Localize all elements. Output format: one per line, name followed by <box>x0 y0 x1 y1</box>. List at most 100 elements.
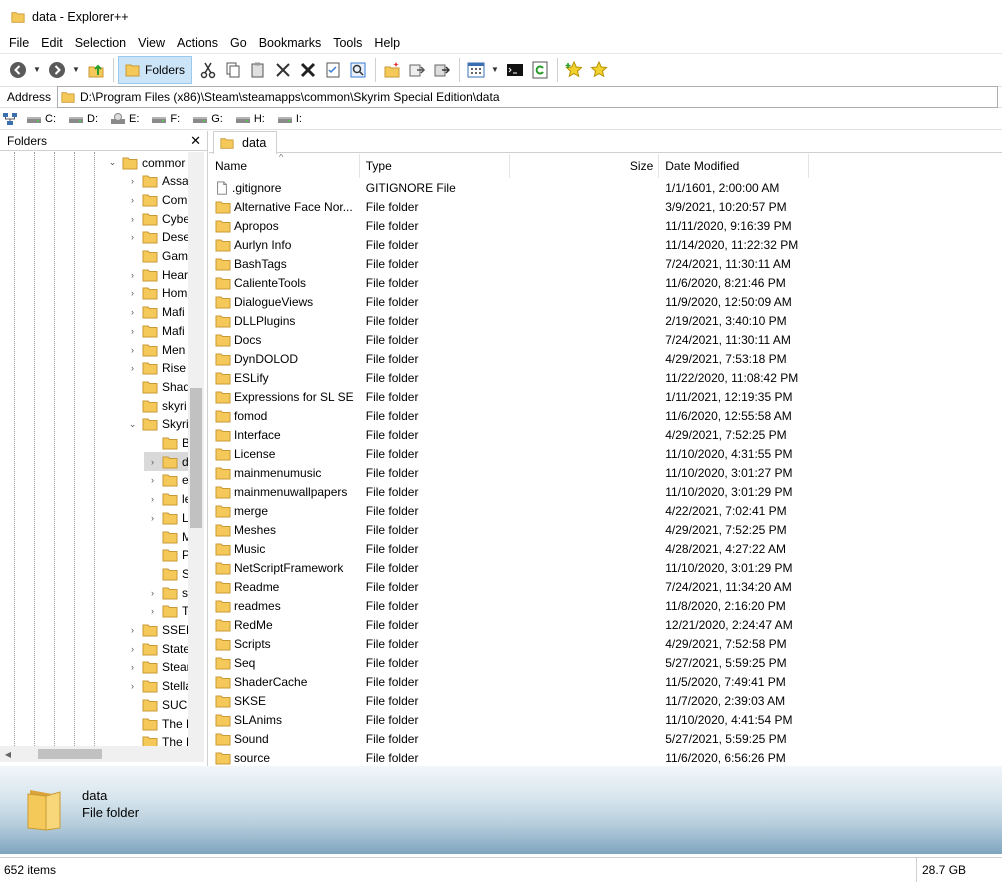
chevron-right-icon[interactable]: › <box>128 345 137 355</box>
table-row[interactable]: fomod File folder 11/6/2020, 12:55:58 AM <box>209 406 809 425</box>
tab-data[interactable]: data <box>213 131 278 154</box>
column-name[interactable]: ^ Name <box>209 154 360 178</box>
table-row[interactable]: Seq File folder 5/27/2021, 5:59:25 PM <box>209 653 809 672</box>
copy-to-button[interactable] <box>405 58 429 82</box>
refresh-button[interactable] <box>528 58 552 82</box>
chevron-right-icon[interactable]: › <box>128 662 137 672</box>
table-row[interactable]: Docs File folder 7/24/2021, 11:30:11 AM <box>209 330 809 349</box>
column-size[interactable]: Size <box>510 154 660 178</box>
table-row[interactable]: RedMe File folder 12/21/2020, 2:24:47 AM <box>209 615 809 634</box>
forward-dropdown[interactable]: ▼ <box>70 58 82 82</box>
table-row[interactable]: .gitignore GITIGNORE File 1/1/1601, 2:00:0… <box>209 178 809 197</box>
move-to-button[interactable] <box>271 58 295 82</box>
table-row[interactable]: Sound File folder 5/27/2021, 5:59:25 PM <box>209 729 809 748</box>
views-button[interactable] <box>464 58 488 82</box>
menu-tools[interactable]: Tools <box>327 33 368 53</box>
chevron-right-icon[interactable]: › <box>128 363 137 373</box>
chevron-right-icon[interactable]: › <box>128 644 137 654</box>
table-row[interactable]: BashTags File folder 7/24/2021, 11:30:11 A… <box>209 254 809 273</box>
chevron-right-icon[interactable]: › <box>148 588 157 598</box>
bookmarks-button[interactable] <box>587 58 611 82</box>
chevron-right-icon[interactable]: › <box>128 176 137 186</box>
table-row[interactable]: Music File folder 4/28/2021, 4:27:22 AM <box>209 539 809 558</box>
column-date-modified[interactable]: Date Modified <box>659 154 809 178</box>
drive-button[interactable]: I: <box>277 113 302 125</box>
table-row[interactable]: Readme File folder 7/24/2021, 11:34:20 AM <box>209 577 809 596</box>
chevron-right-icon[interactable]: › <box>148 606 157 616</box>
drive-button[interactable]: D: <box>69 113 98 125</box>
table-row[interactable]: NetScriptFramework File folder 11/10/2020,… <box>209 558 809 577</box>
table-row[interactable]: Scripts File folder 4/29/2021, 7:52:58 PM <box>209 634 809 653</box>
chevron-right-icon[interactable]: › <box>128 232 137 242</box>
menu-help[interactable]: Help <box>368 33 406 53</box>
table-row[interactable]: ShaderCache File folder 11/5/2020, 7:49:41… <box>209 672 809 691</box>
move-to-folder-button[interactable] <box>430 58 454 82</box>
table-row[interactable]: ESLify File folder 11/22/2020, 11:08:42 PM <box>209 368 809 387</box>
chevron-right-icon[interactable]: › <box>128 270 137 280</box>
table-row[interactable]: Interface File folder 4/29/2021, 7:52:25 P… <box>209 425 809 444</box>
column-type[interactable]: Type <box>360 154 510 178</box>
table-row[interactable]: source File folder 11/6/2020, 6:56:26 PM <box>209 748 809 766</box>
table-row[interactable]: Meshes File folder 4/29/2021, 7:52:25 PM <box>209 520 809 539</box>
table-row[interactable]: mainmenuwallpapers File folder 11/10/2020,… <box>209 482 809 501</box>
tree-vertical-scrollbar[interactable] <box>188 152 204 746</box>
forward-button[interactable] <box>45 58 69 82</box>
table-row[interactable]: DLLPlugins File folder 2/19/2021, 3:40:10 … <box>209 311 809 330</box>
close-icon[interactable]: ✕ <box>190 133 201 149</box>
chevron-right-icon[interactable]: › <box>128 288 137 298</box>
chevron-right-icon[interactable]: › <box>148 494 157 504</box>
scroll-left-icon[interactable]: ◀ <box>0 750 16 759</box>
folder-tree[interactable]: ⌄ commor › Assa › Com › Cybe › Dese Gam › Hear › Hom › M… <box>0 152 204 746</box>
address-input[interactable]: D:\Program Files (x86)\Steam\steamapps\c… <box>57 86 998 108</box>
search-button[interactable] <box>346 58 370 82</box>
menu-actions[interactable]: Actions <box>171 33 224 53</box>
tree-horizontal-scrollbar[interactable]: ◀ <box>0 746 204 762</box>
table-row[interactable]: mainmenumusic File folder 11/10/2020, 3:01… <box>209 463 809 482</box>
folders-toggle-button[interactable]: Folders <box>118 55 193 84</box>
menu-selection[interactable]: Selection <box>69 33 132 53</box>
command-prompt-button[interactable] <box>503 58 527 82</box>
properties-button[interactable] <box>321 58 345 82</box>
paste-button[interactable] <box>246 58 270 82</box>
menu-file[interactable]: File <box>3 33 35 53</box>
table-row[interactable]: Expressions for SL SE File folder 1/11/202… <box>209 387 809 406</box>
table-row[interactable]: Apropos File folder 11/11/2020, 9:16:39 PM <box>209 216 809 235</box>
table-row[interactable]: SLAnims File folder 11/10/2020, 4:41:54 PM <box>209 710 809 729</box>
scrollbar-thumb[interactable] <box>190 388 202 528</box>
chevron-right-icon[interactable]: › <box>128 214 137 224</box>
table-row[interactable]: License File folder 11/10/2020, 4:31:55 PM <box>209 444 809 463</box>
chevron-right-icon[interactable]: › <box>148 457 157 467</box>
table-row[interactable]: Aurlyn Info File folder 11/14/2020, 11:22:… <box>209 235 809 254</box>
menu-go[interactable]: Go <box>224 33 253 53</box>
table-row[interactable]: SKSE File folder 11/7/2020, 2:39:03 AM <box>209 691 809 710</box>
back-button[interactable] <box>6 58 30 82</box>
scrollbar-thumb[interactable] <box>38 749 102 759</box>
chevron-down-icon[interactable]: ⌄ <box>128 419 137 430</box>
chevron-right-icon[interactable]: › <box>128 625 137 635</box>
menu-edit[interactable]: Edit <box>35 33 69 53</box>
table-row[interactable]: merge File folder 4/22/2021, 7:02:41 PM <box>209 501 809 520</box>
drive-button[interactable]: E: <box>111 113 139 125</box>
views-dropdown[interactable]: ▼ <box>489 58 501 82</box>
drive-button[interactable]: C: <box>27 113 56 125</box>
add-bookmark-button[interactable] <box>562 58 586 82</box>
copy-button[interactable] <box>221 58 245 82</box>
delete-button[interactable] <box>296 58 320 82</box>
table-row[interactable]: readmes File folder 11/8/2020, 2:16:20 PM <box>209 596 809 615</box>
menu-view[interactable]: View <box>132 33 171 53</box>
table-row[interactable]: DynDOLOD File folder 4/29/2021, 7:53:18 PM <box>209 349 809 368</box>
chevron-right-icon[interactable]: › <box>148 513 157 523</box>
chevron-right-icon[interactable]: › <box>128 307 137 317</box>
table-row[interactable]: CalienteTools File folder 11/6/2020, 8:21:… <box>209 273 809 292</box>
chevron-right-icon[interactable]: › <box>128 195 137 205</box>
chevron-right-icon[interactable]: › <box>128 681 137 691</box>
menu-bookmarks[interactable]: Bookmarks <box>253 33 328 53</box>
chevron-right-icon[interactable]: › <box>128 326 137 336</box>
new-folder-button[interactable] <box>380 58 404 82</box>
back-dropdown[interactable]: ▼ <box>31 58 43 82</box>
chevron-down-icon[interactable]: ⌄ <box>108 157 117 168</box>
chevron-right-icon[interactable]: › <box>148 475 157 485</box>
drive-button[interactable]: F: <box>152 113 180 125</box>
table-row[interactable]: Alternative Face Nor... File folder 3/9/20… <box>209 197 809 216</box>
cut-button[interactable] <box>196 58 220 82</box>
